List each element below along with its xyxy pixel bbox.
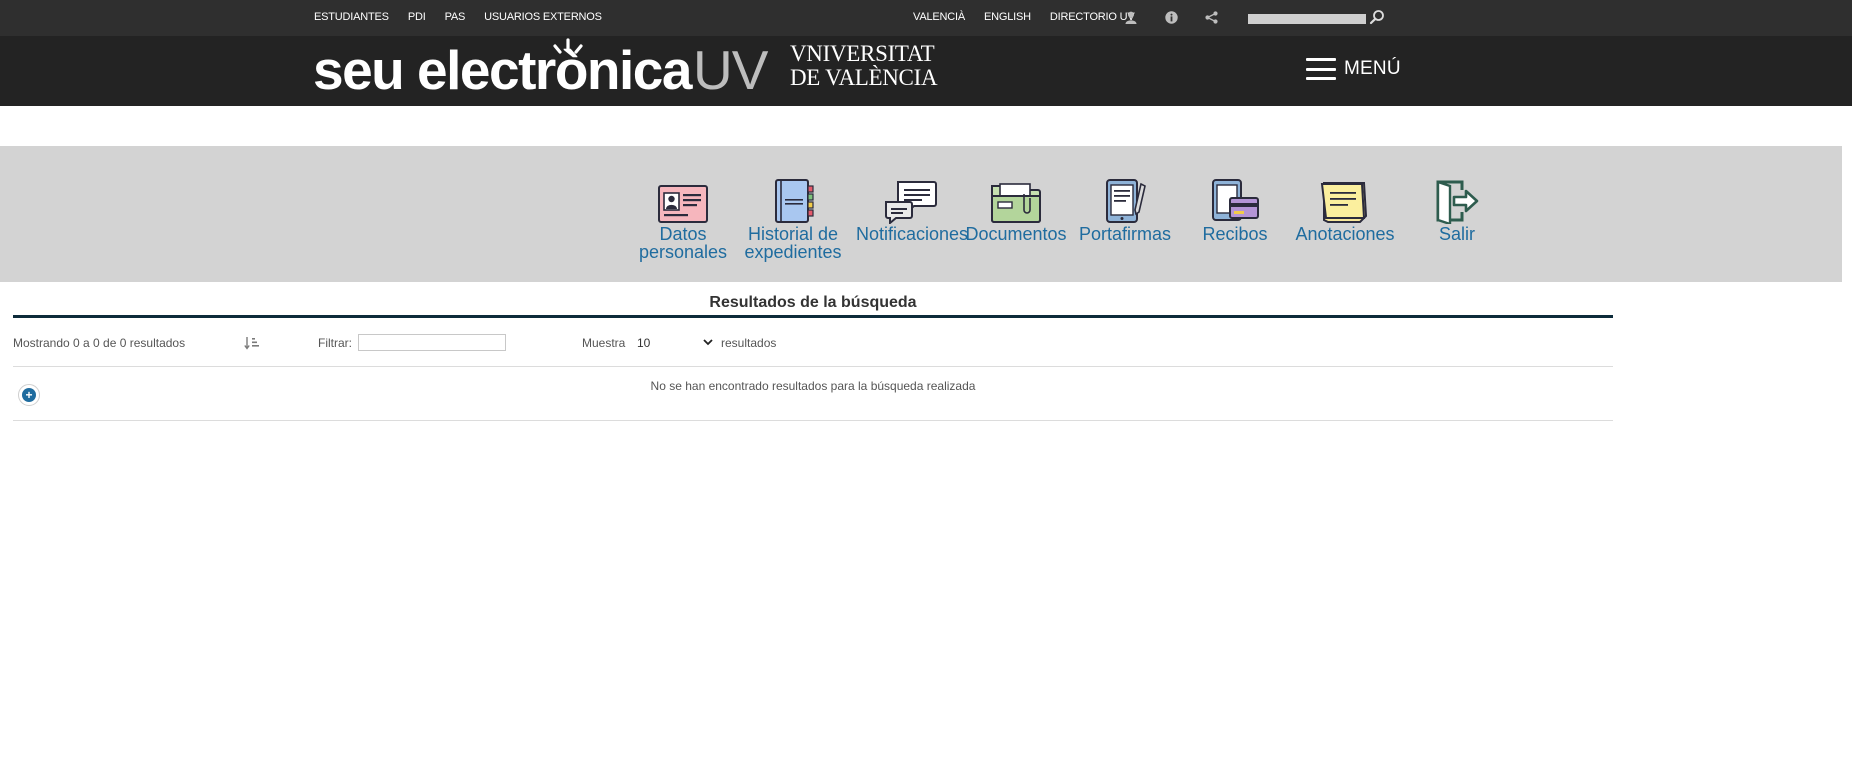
menu-label: MENÚ bbox=[1344, 58, 1401, 79]
sun-rays-icon bbox=[553, 38, 583, 54]
nav-portafirmas[interactable]: Portafirmas bbox=[1070, 178, 1180, 243]
nav-label: Recibos bbox=[1202, 224, 1268, 244]
search-input[interactable] bbox=[1248, 14, 1366, 24]
search-icon[interactable] bbox=[1369, 9, 1385, 25]
info-icon[interactable] bbox=[1163, 8, 1179, 26]
university-line2: DE VALÈNCIA bbox=[790, 65, 938, 90]
brand-main: seu electrònica bbox=[313, 39, 692, 101]
brand-suffix: UV bbox=[692, 39, 768, 101]
nav-label: Salir bbox=[1438, 224, 1475, 244]
folder-icon bbox=[991, 183, 1041, 223]
results-title: Resultados de la búsqueda bbox=[709, 294, 917, 311]
link-pas[interactable]: PAS bbox=[445, 11, 466, 23]
tablet-pen-icon bbox=[1106, 179, 1146, 223]
results-toolbar: Mostrando 0 a 0 de 0 resultados Filtrar:… bbox=[13, 333, 1613, 356]
chevron-down-icon bbox=[703, 339, 713, 346]
notebook-icon bbox=[775, 179, 814, 223]
link-valencia[interactable]: VALENCIÀ bbox=[913, 11, 965, 23]
table-top-border bbox=[13, 366, 1613, 367]
results-count: Mostrando 0 a 0 de 0 resultados bbox=[13, 336, 186, 350]
filter-label: Filtrar: bbox=[318, 336, 352, 350]
universitat-valencia-logo[interactable]: VNIVERSITAT DE VALÈNCIA bbox=[790, 41, 938, 90]
nav-label: Anotaciones bbox=[1295, 224, 1395, 244]
receipt-card-icon bbox=[1212, 179, 1259, 221]
chat-bubbles-icon bbox=[885, 181, 937, 224]
empty-results-message: No se han encontrado resultados para la … bbox=[650, 379, 976, 393]
nav-historial-expedientes[interactable]: Historial de expedientes bbox=[738, 178, 848, 261]
menu-button[interactable]: MENÚ bbox=[1306, 58, 1401, 80]
sticky-note-icon bbox=[1320, 182, 1368, 223]
page-size-select[interactable]: 10 bbox=[631, 333, 716, 352]
user-icon[interactable] bbox=[1123, 8, 1139, 26]
hamburger-icon bbox=[1306, 58, 1336, 80]
nav-label: Portafirmas bbox=[1078, 224, 1172, 244]
nav-label: Datos personales bbox=[638, 224, 728, 262]
sort-icon[interactable] bbox=[244, 335, 260, 351]
nav-salir[interactable]: Salir bbox=[1402, 178, 1512, 243]
top-icon-group bbox=[1123, 8, 1219, 26]
nav-notificaciones[interactable]: Notificaciones bbox=[856, 178, 969, 244]
id-card-icon bbox=[658, 185, 708, 223]
nav-label: Notificaciones bbox=[856, 224, 969, 244]
table-bottom-border bbox=[13, 420, 1613, 421]
seu-electronica-logo[interactable]: seu electrònica UV bbox=[313, 39, 768, 101]
filter-input[interactable] bbox=[358, 334, 506, 351]
nav-datos-personales[interactable]: Datos personales bbox=[628, 178, 738, 261]
link-usuarios-externos[interactable]: USUARIOS EXTERNOS bbox=[484, 11, 602, 23]
share-icon[interactable] bbox=[1203, 8, 1219, 26]
nav-label: Historial de expedientes bbox=[744, 224, 842, 262]
link-estudiantes[interactable]: ESTUDIANTES bbox=[314, 11, 389, 23]
audience-links: ESTUDIANTES PDI PAS USUARIOS EXTERNOS bbox=[314, 11, 602, 23]
page-size-label: Muestra bbox=[582, 336, 626, 350]
nav-documentos[interactable]: Documentos bbox=[961, 178, 1071, 243]
link-pdi[interactable]: PDI bbox=[408, 11, 426, 23]
quick-access-nav: Datos personales Historial de expediente… bbox=[0, 146, 1842, 282]
nav-anotaciones[interactable]: Anotaciones bbox=[1290, 178, 1400, 243]
university-line1: VNIVERSITAT bbox=[790, 41, 935, 66]
link-english[interactable]: ENGLISH bbox=[984, 11, 1031, 23]
top-bar: ESTUDIANTES PDI PAS USUARIOS EXTERNOS VA… bbox=[0, 0, 1852, 36]
language-links: VALENCIÀ ENGLISH DIRECTORIO UV bbox=[913, 11, 1135, 23]
nav-label: Documentos bbox=[965, 224, 1067, 244]
logout-icon bbox=[1436, 180, 1479, 224]
results-divider bbox=[13, 315, 1613, 318]
page-size-value: 10 bbox=[637, 335, 651, 350]
site-header: seu electrònica UV VNIVERSITAT DE VALÈNCI… bbox=[0, 36, 1852, 106]
link-directorio-uv[interactable]: DIRECTORIO UV bbox=[1050, 11, 1135, 23]
page-size-suffix: resultados bbox=[721, 336, 777, 350]
nav-recibos[interactable]: Recibos bbox=[1180, 178, 1290, 243]
